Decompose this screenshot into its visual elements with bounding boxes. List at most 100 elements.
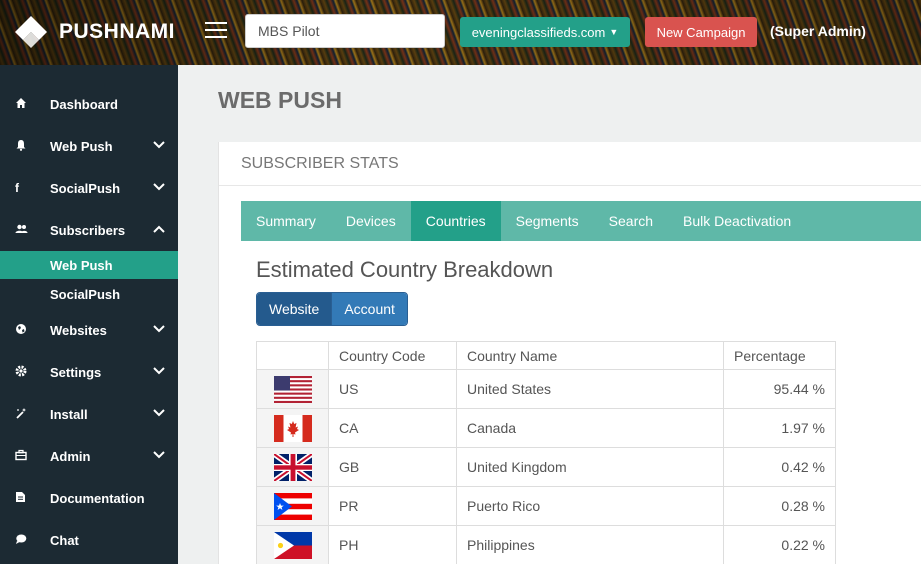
column-header-flag <box>256 341 329 370</box>
sidebar-item-label: Settings <box>50 364 102 380</box>
scope-toggle: Website Account <box>256 292 408 326</box>
flag-cell <box>256 525 329 564</box>
sidebar-item-label: Dashboard <box>50 96 118 112</box>
tab-summary[interactable]: Summary <box>241 201 331 241</box>
sidebar-item-label: Admin <box>50 448 91 464</box>
site-selector-label: eveningclassifieds.com <box>471 24 606 40</box>
country-name: Philippines <box>456 525 724 564</box>
wand-icon <box>0 407 50 422</box>
stats-tab-bar: Summary Devices Countries Segments Searc… <box>241 201 921 241</box>
sidebar-item-label: SocialPush <box>50 180 121 196</box>
column-header-percentage: Percentage <box>723 341 836 370</box>
caret-down-icon: ▼ <box>609 27 619 37</box>
table-row: PR Puerto Rico 0.28 % <box>256 486 836 526</box>
facebook-icon: f <box>15 181 19 195</box>
brand-name: PUSHNAMI <box>59 20 176 43</box>
chevron-down-icon <box>153 183 165 191</box>
subscriber-stats-panel: SUBSCRIBER STATS Summary Devices Countri… <box>218 142 921 564</box>
sidebar-item-dashboard[interactable]: Dashboard <box>0 83 178 125</box>
country-table: Country Code Country Name Percentage US … <box>256 341 836 564</box>
top-bar: PUSHNAMI eveningclassifieds.com ▼ New Ca… <box>0 0 921 65</box>
chevron-up-icon <box>153 225 165 233</box>
country-code: US <box>328 369 457 409</box>
sidebar-item-settings[interactable]: Settings <box>0 351 178 393</box>
sidebar-item-documentation[interactable]: Documentation <box>0 477 178 519</box>
chevron-down-icon <box>153 367 165 375</box>
gear-icon <box>0 365 50 380</box>
sidebar-item-web-push[interactable]: Web Push <box>0 125 178 167</box>
country-name: Puerto Rico <box>456 486 724 526</box>
chevron-down-icon <box>153 141 165 149</box>
country-code: PH <box>328 525 457 564</box>
sidebar-item-subscribers[interactable]: Subscribers <box>0 209 178 251</box>
sidebar-item-websites[interactable]: Websites <box>0 309 178 351</box>
site-selector-dropdown[interactable]: eveningclassifieds.com ▼ <box>460 17 630 47</box>
chevron-down-icon <box>153 325 165 333</box>
pushnami-logo-icon <box>15 16 47 48</box>
pr-flag-icon <box>273 492 312 520</box>
flag-cell <box>256 486 329 526</box>
sidebar-subitem-web-push[interactable]: Web Push <box>0 251 178 279</box>
tab-devices[interactable]: Devices <box>331 201 411 241</box>
ca-flag-icon <box>273 414 312 442</box>
country-percentage: 95.44 % <box>723 369 836 409</box>
home-icon <box>0 97 50 112</box>
new-campaign-button[interactable]: New Campaign <box>645 17 757 47</box>
country-percentage: 0.42 % <box>723 447 836 487</box>
sidebar: Dashboard Web Push f SocialPush Subscrib… <box>0 65 178 564</box>
table-row: US United States 95.44 % <box>256 369 836 409</box>
sidebar-item-install[interactable]: Install <box>0 393 178 435</box>
tab-countries[interactable]: Countries <box>410 201 501 241</box>
table-row: GB United Kingdom 0.42 % <box>256 447 836 487</box>
sidebar-item-label: Websites <box>50 322 107 338</box>
country-code: CA <box>328 408 457 448</box>
document-icon <box>0 491 50 506</box>
column-header-country-name: Country Name <box>456 341 724 370</box>
globe-icon <box>0 323 50 338</box>
panel-heading: SUBSCRIBER STATS <box>219 142 921 186</box>
us-flag-icon <box>273 375 312 403</box>
sidebar-item-socialpush[interactable]: f SocialPush <box>0 167 178 209</box>
flag-cell <box>256 447 329 487</box>
chat-icon <box>0 533 50 548</box>
ph-flag-icon <box>273 531 312 559</box>
website-toggle-button[interactable]: Website <box>257 293 332 325</box>
flag-cell <box>256 408 329 448</box>
sidebar-subitem-socialpush[interactable]: SocialPush <box>0 280 178 308</box>
sidebar-item-label: Chat <box>50 532 79 548</box>
table-row: PH Philippines 0.22 % <box>256 525 836 564</box>
page-title: WEB PUSH <box>218 87 342 113</box>
gb-flag-icon <box>273 453 312 481</box>
user-role-label: (Super Admin) <box>770 23 866 39</box>
tab-search[interactable]: Search <box>594 201 668 241</box>
country-name: Canada <box>456 408 724 448</box>
country-code: GB <box>328 447 457 487</box>
sidebar-item-label: Web Push <box>50 138 113 154</box>
table-header-row: Country Code Country Name Percentage <box>256 341 836 370</box>
section-title: Estimated Country Breakdown <box>256 257 554 282</box>
table-row: CA Canada 1.97 % <box>256 408 836 448</box>
chevron-down-icon <box>153 409 165 417</box>
brand-logo[interactable]: PUSHNAMI <box>13 14 175 50</box>
account-search-input[interactable] <box>245 14 445 48</box>
menu-toggle-icon[interactable] <box>205 22 227 40</box>
chevron-down-icon <box>153 451 165 459</box>
column-header-country-code: Country Code <box>328 341 457 370</box>
sidebar-item-chat[interactable]: Chat <box>0 519 178 561</box>
country-name: United States <box>456 369 724 409</box>
bell-icon <box>0 139 50 154</box>
users-icon <box>0 223 50 238</box>
briefcase-icon <box>0 449 50 464</box>
tab-bulk-deactivation[interactable]: Bulk Deactivation <box>668 201 806 241</box>
flag-cell <box>256 369 329 409</box>
sidebar-item-label: Documentation <box>50 490 145 506</box>
country-name: United Kingdom <box>456 447 724 487</box>
country-code: PR <box>328 486 457 526</box>
country-percentage: 0.28 % <box>723 486 836 526</box>
account-toggle-button[interactable]: Account <box>331 293 407 325</box>
country-percentage: 1.97 % <box>723 408 836 448</box>
sidebar-item-label: Subscribers <box>50 222 126 238</box>
tab-segments[interactable]: Segments <box>501 201 594 241</box>
sidebar-item-label: Install <box>50 406 88 422</box>
sidebar-item-admin[interactable]: Admin <box>0 435 178 477</box>
